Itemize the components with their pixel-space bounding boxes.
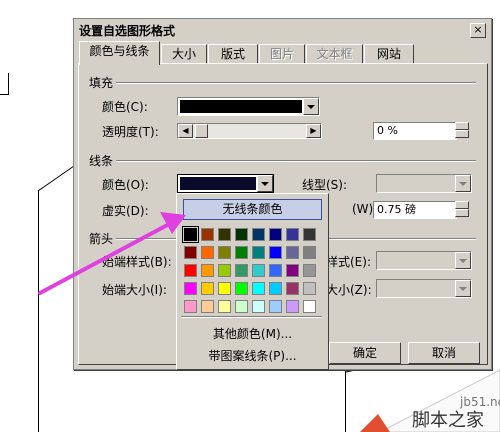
watermark-logo: jb51.net 脚本之家	[360, 369, 500, 432]
watermark-site: jb51.net	[459, 395, 500, 409]
watermark-name: 脚本之家	[412, 410, 484, 431]
